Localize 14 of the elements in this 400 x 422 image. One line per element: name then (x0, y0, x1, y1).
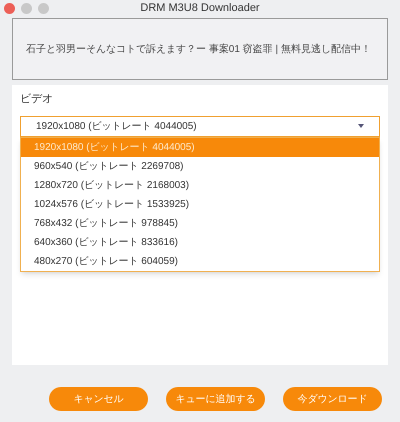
window-title: DRM M3U8 Downloader (140, 1, 260, 16)
minimize-window-icon[interactable] (21, 3, 32, 14)
video-title-text: 石子と羽男ーそんなコトで訴えます？ー 事案01 窃盗罪 | 無料見逃し配信中！ (26, 42, 371, 56)
dropdown-option[interactable]: 960x540 (ビットレート 2269708) (21, 156, 379, 176)
dropdown-option[interactable]: 640x360 (ビットレート 833616) (21, 232, 379, 252)
dropdown-option[interactable]: 768x432 (ビットレート 978845) (21, 214, 379, 232)
dropdown-option[interactable]: 1280x720 (ビットレート 2168003) (21, 176, 379, 194)
dropdown-option[interactable]: 480x270 (ビットレート 604059) (21, 252, 379, 270)
video-select[interactable]: 1920x1080 (ビットレート 4044005) (20, 116, 380, 136)
caret-icon (358, 124, 364, 128)
dropdown-option[interactable]: 1024x576 (ビットレート 1533925) (21, 194, 379, 214)
video-label: ビデオ (20, 92, 53, 107)
close-window-icon[interactable] (4, 3, 15, 14)
zoom-window-icon[interactable] (38, 3, 49, 14)
